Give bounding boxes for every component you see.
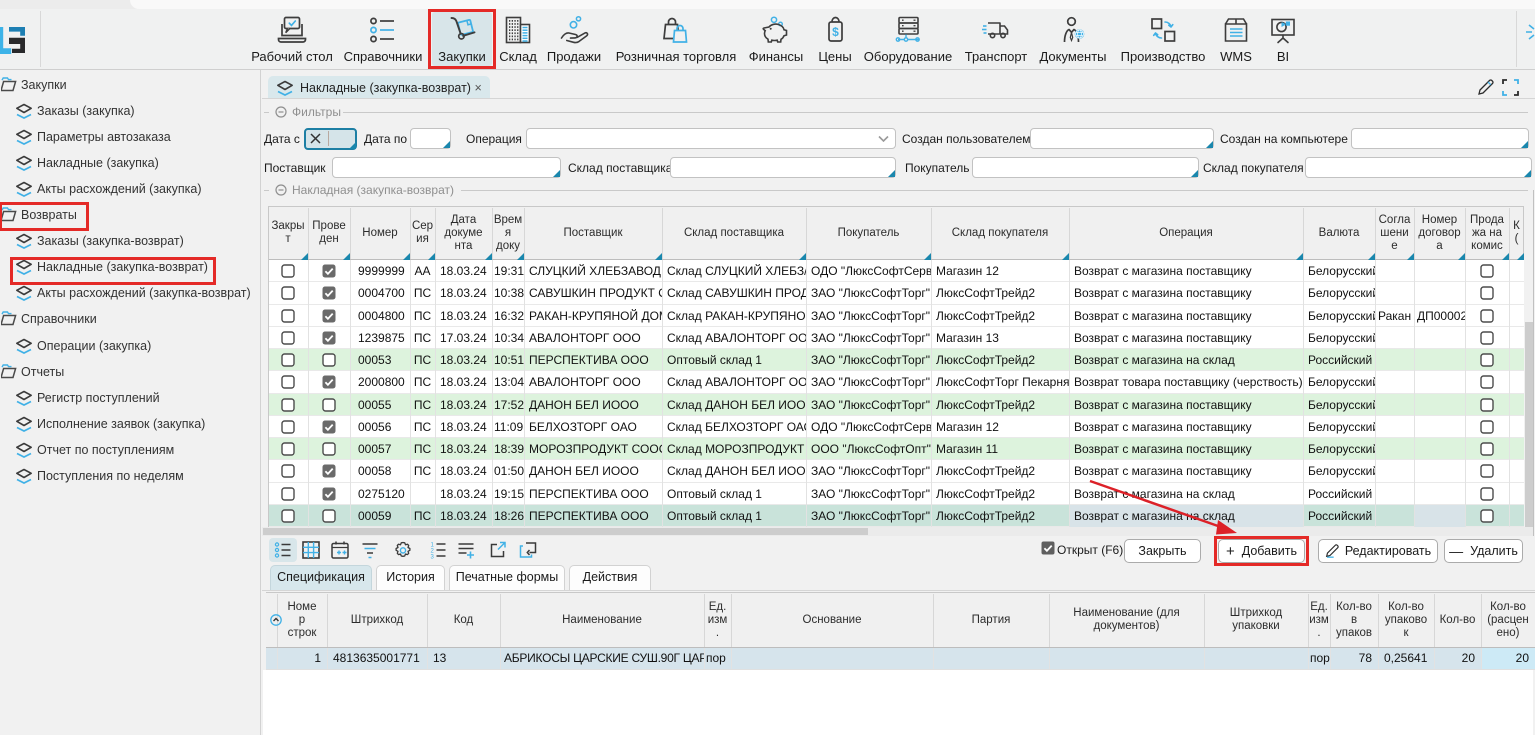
svg-text:3: 3 [431,555,435,561]
svg-text:$: $ [832,25,839,39]
